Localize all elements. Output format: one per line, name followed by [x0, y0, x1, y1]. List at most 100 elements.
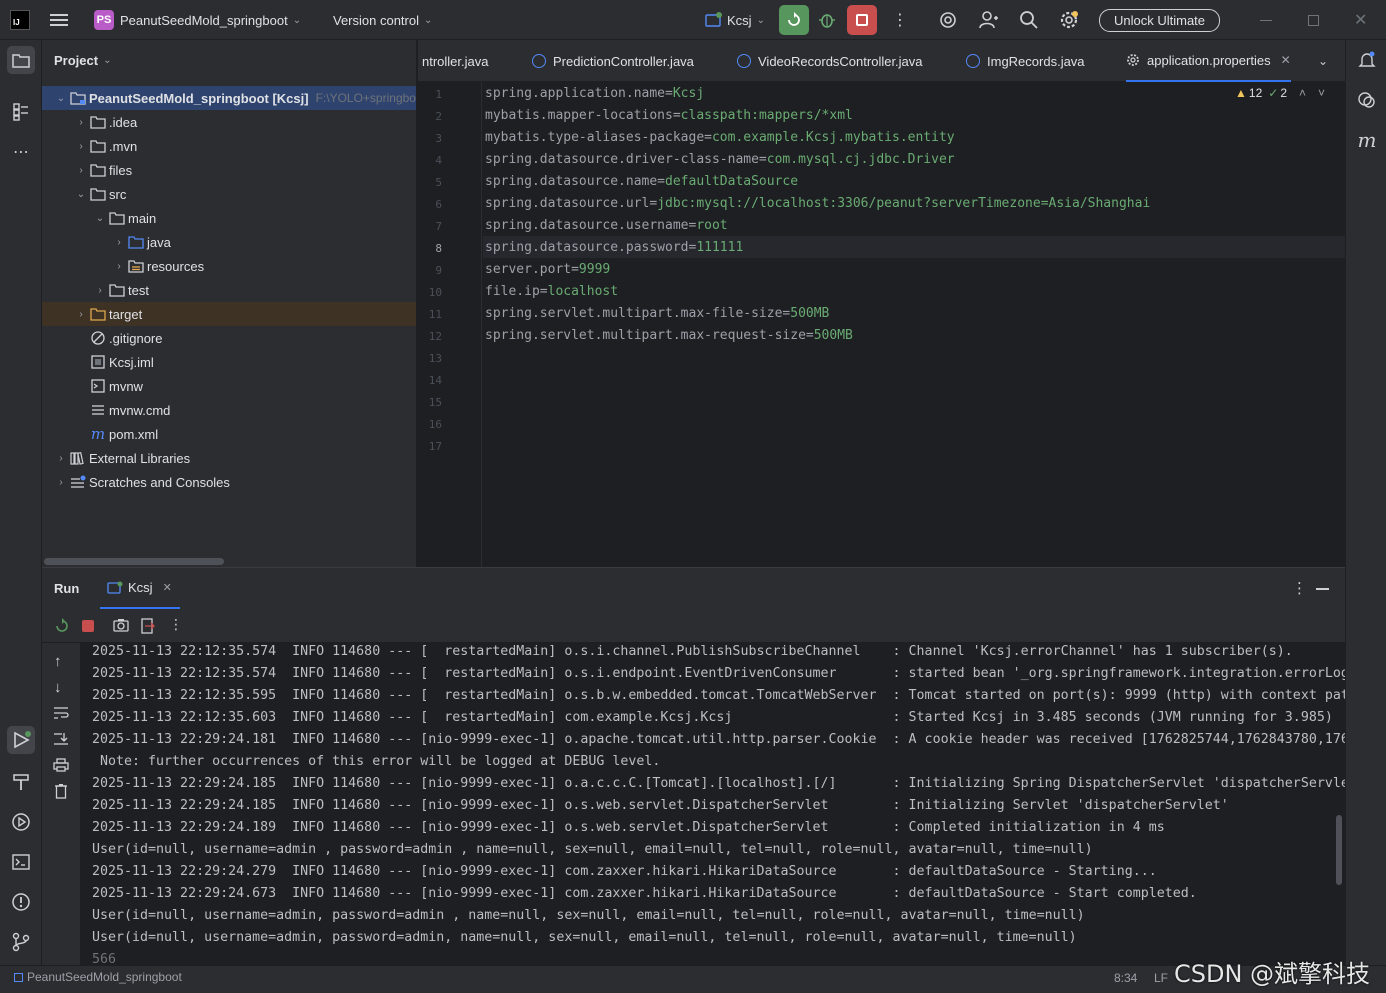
tree-item-main[interactable]: ⌄ main — [42, 206, 416, 230]
minimize-panel-icon[interactable] — [1316, 588, 1329, 590]
line-separator[interactable]: LF — [1154, 971, 1168, 985]
notifications-bell-icon[interactable] — [1353, 46, 1381, 74]
tree-item-mvn[interactable]: › .mvn — [42, 134, 416, 158]
tab-list-dropdown[interactable]: ⌄ — [1318, 40, 1328, 82]
camera-icon[interactable] — [113, 618, 129, 635]
line-number: 12 — [428, 330, 442, 343]
close-tab-icon[interactable]: ✕ — [163, 581, 172, 594]
project-panel-header[interactable]: Project ⌄ — [54, 53, 111, 68]
debug-button[interactable] — [818, 0, 836, 40]
main-menu-icon[interactable] — [50, 0, 68, 40]
inspection-widget[interactable]: ▲ 12 ✓ 2 ˄ ˅ — [1235, 86, 1325, 100]
close-window-button[interactable]: ✕ — [1354, 0, 1367, 40]
tree-item-external-libraries[interactable]: › External Libraries — [42, 446, 416, 470]
tab-controller[interactable]: ntroller.java — [422, 40, 488, 82]
property-key: server.port= — [485, 262, 579, 277]
tree-item-kcsj-iml[interactable]: Kcsj.iml — [42, 350, 416, 374]
trash-icon[interactable] — [54, 783, 68, 802]
tree-item-resources[interactable]: › resources — [42, 254, 416, 278]
tree-item-src[interactable]: ⌄ src — [42, 182, 416, 206]
add-user-icon[interactable] — [979, 0, 999, 40]
line-number: 9 — [435, 264, 442, 277]
tree-item-target[interactable]: › target — [42, 302, 416, 326]
search-icon[interactable] — [1019, 0, 1039, 40]
tree-item-pom[interactable]: m pom.xml — [42, 422, 416, 446]
chevron-right-icon: › — [117, 236, 121, 248]
ai-assistant-icon[interactable] — [938, 0, 958, 40]
tab-application-properties[interactable]: application.properties ✕ — [1126, 40, 1291, 82]
property-key: spring.servlet.multipart.max-request-siz… — [485, 328, 814, 343]
more-actions-icon[interactable]: ⋮ — [892, 0, 908, 40]
rerun-button[interactable] — [779, 0, 809, 40]
property-key: spring.datasource.name= — [485, 174, 666, 189]
structure-icon[interactable] — [7, 98, 35, 126]
console-line: 2025-11-13 22:29:24.673 INFO 114680 --- … — [92, 886, 1197, 901]
stop-icon[interactable] — [82, 620, 94, 632]
caret-position[interactable]: 8:34 — [1114, 971, 1137, 985]
soft-wrap-icon[interactable] — [53, 706, 69, 723]
tree-root[interactable]: ⌄ PeanutSeedMold_springboot [Kcsj] F:\YO… — [42, 86, 416, 110]
version-control-menu[interactable]: Version control ⌄ — [333, 0, 432, 40]
tree-item-gitignore[interactable]: .gitignore — [42, 326, 416, 350]
run-config-selector[interactable]: Kcsj ⌄ — [705, 0, 765, 40]
property-key: spring.servlet.multipart.max-file-size= — [485, 306, 791, 321]
library-icon — [70, 450, 86, 466]
more-tools-icon[interactable]: ⋯ — [7, 138, 35, 166]
build-hammer-icon[interactable] — [7, 768, 35, 796]
problems-icon[interactable] — [7, 888, 35, 916]
tree-root-path: F:\YOLO+springbo — [315, 91, 416, 105]
chevron-down-icon: ⌄ — [95, 212, 105, 224]
minimize-button[interactable] — [1260, 0, 1272, 40]
more-actions-icon[interactable]: ⋮ — [169, 616, 183, 633]
unlock-ultimate-button[interactable]: Unlock Ultimate — [1099, 0, 1221, 40]
terminal-icon[interactable] — [7, 848, 35, 876]
maven-icon[interactable]: m — [1353, 126, 1381, 154]
console-output[interactable]: 2025-11-13 22:12:35.574 INFO 114680 --- … — [80, 643, 1345, 966]
property-value: jdbc:mysql://localhost:3306/peanut?serve… — [657, 196, 1151, 211]
close-tab-icon[interactable]: ✕ — [1281, 53, 1291, 67]
tree-item-scratches[interactable]: › Scratches and Consoles — [42, 470, 416, 494]
exit-icon[interactable] — [141, 618, 155, 637]
tree-item-mvnw-cmd[interactable]: mvnw.cmd — [42, 398, 416, 422]
property-value: 9999 — [578, 262, 611, 277]
tree-item-java[interactable]: › java — [42, 230, 416, 254]
code-line: spring.datasource.driver-class-name=com.… — [485, 152, 955, 167]
property-key: file.ip= — [485, 284, 548, 299]
scroll-up-arrow-icon[interactable]: ↑ — [54, 653, 62, 670]
code-editor[interactable]: ▲ 12 ✓ 2 ˄ ˅ spring.application.name=Kcs… — [483, 82, 1345, 567]
tree-item-label: files — [109, 162, 133, 178]
project-switcher[interactable]: PS PeanutSeedMold_springboot ⌄ — [94, 0, 301, 40]
run-side-toolbar: ↑ ↓ — [42, 643, 80, 966]
app-logo-icon[interactable]: IJ — [10, 0, 30, 40]
settings-gear-icon[interactable] — [1059, 0, 1079, 40]
tab-prediction-controller[interactable]: PredictionController.java — [532, 40, 694, 82]
tab-video-records-controller[interactable]: VideoRecordsController.java — [737, 40, 923, 82]
horizontal-scrollbar[interactable] — [44, 558, 224, 565]
scroll-to-end-icon[interactable] — [53, 732, 69, 749]
console-line: 2025-11-13 22:29:24.189 INFO 114680 --- … — [92, 820, 1165, 835]
run-tab-kcsj[interactable]: Kcsj ✕ — [100, 568, 180, 609]
scroll-down-arrow-icon[interactable]: ↓ — [54, 679, 62, 696]
ai-chat-icon[interactable] — [1353, 86, 1381, 114]
tree-item-files[interactable]: › files — [42, 158, 416, 182]
git-icon[interactable] — [7, 928, 35, 956]
stop-button[interactable] — [847, 0, 877, 40]
tree-item-test[interactable]: › test — [42, 278, 416, 302]
breadcrumb[interactable]: PeanutSeedMold_springboot — [14, 970, 182, 984]
run-config-name: Kcsj — [727, 12, 752, 28]
maximize-button[interactable] — [1308, 0, 1319, 40]
tab-label: ImgRecords.java — [987, 53, 1085, 69]
rerun-icon[interactable] — [54, 618, 70, 637]
more-options-icon[interactable]: ⋮ — [1292, 579, 1307, 597]
tree-item-idea[interactable]: › .idea — [42, 110, 416, 134]
run-tool-icon[interactable] — [7, 726, 35, 754]
chevron-down-icon[interactable]: ˅ — [1318, 86, 1325, 100]
tab-img-records[interactable]: ImgRecords.java — [966, 40, 1085, 82]
tab-label: PredictionController.java — [553, 53, 694, 69]
services-icon[interactable] — [7, 808, 35, 836]
project-tool-icon[interactable] — [7, 46, 35, 74]
print-icon[interactable] — [53, 758, 69, 775]
tree-item-mvnw[interactable]: mvnw — [42, 374, 416, 398]
chevron-up-icon[interactable]: ˄ — [1299, 86, 1306, 100]
console-scrollbar[interactable] — [1336, 815, 1342, 885]
